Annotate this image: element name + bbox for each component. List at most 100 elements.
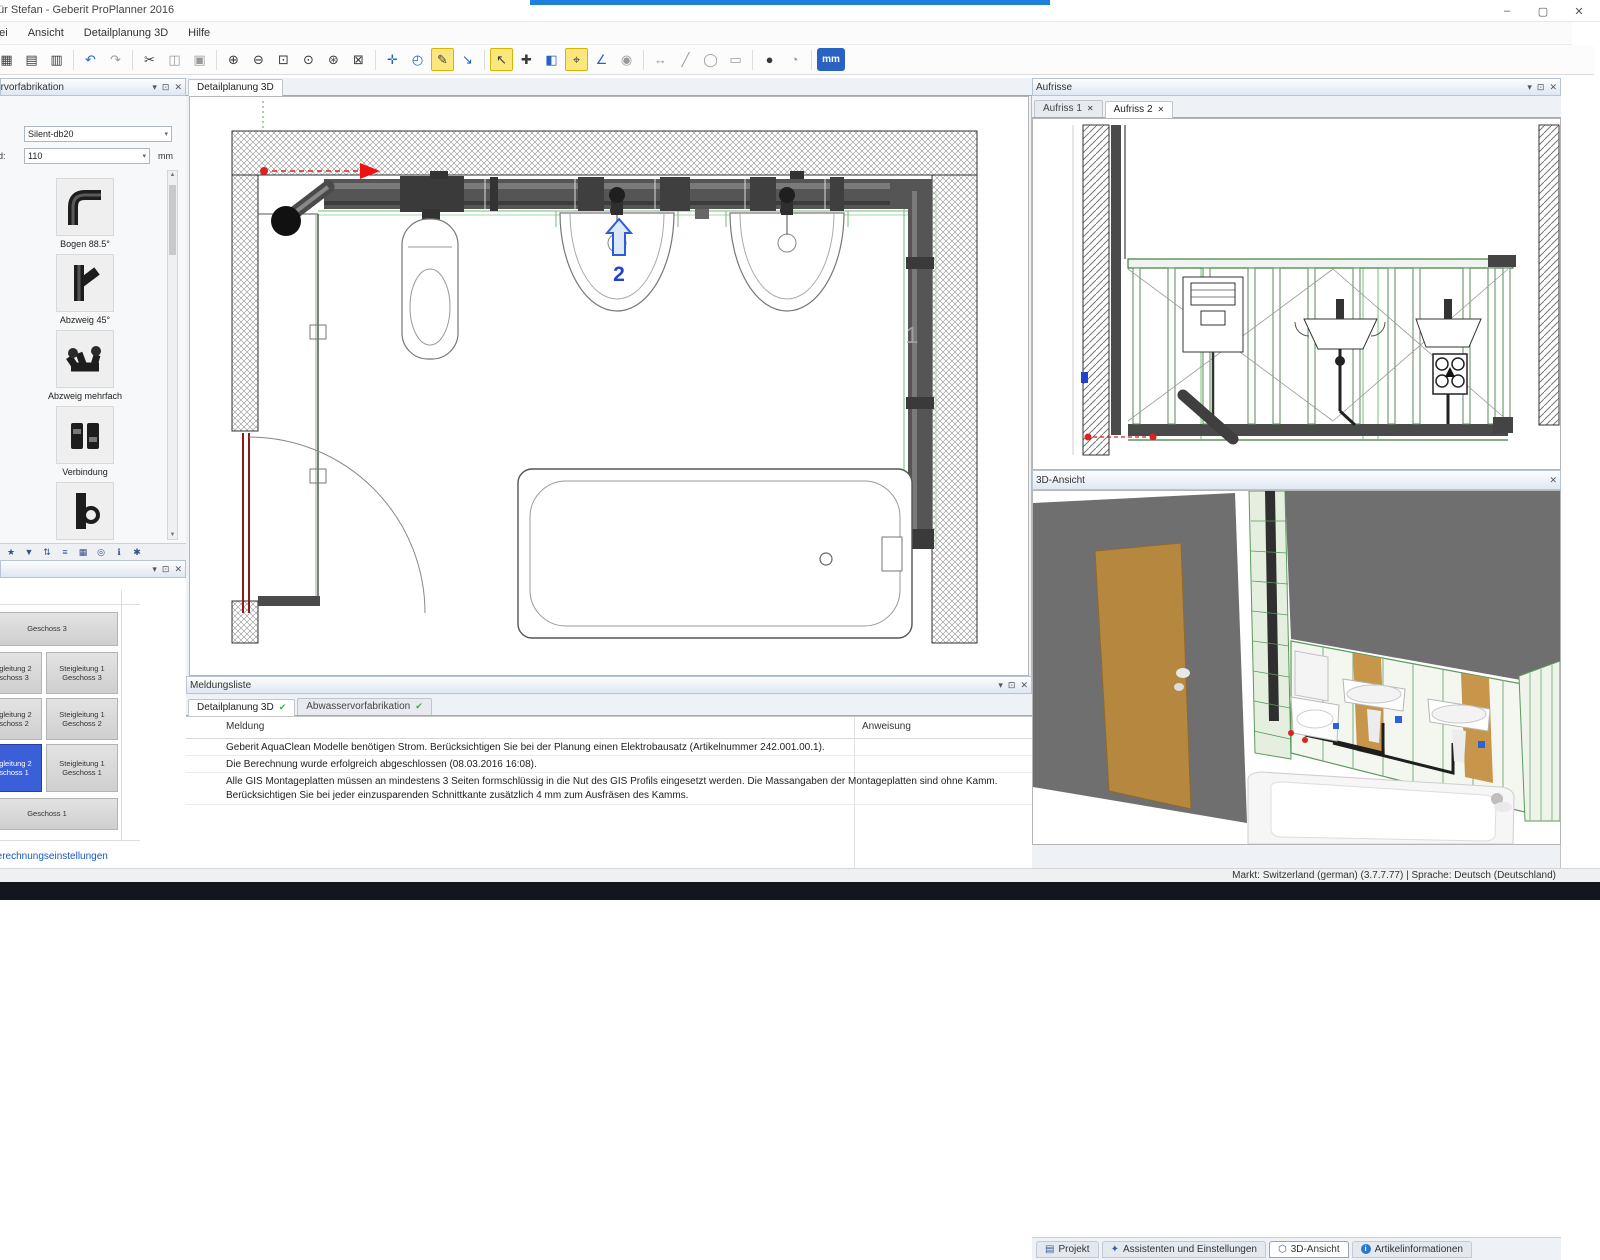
filter-button[interactable]: ▼: [22, 545, 36, 559]
pin-icon[interactable]: ⊡: [1008, 680, 1016, 691]
redo-button[interactable]: ↷: [104, 48, 127, 71]
system-select[interactable]: Silent-db20 ▾: [24, 126, 172, 142]
scrollbar-thumb[interactable]: [169, 185, 176, 255]
minimize-button[interactable]: –: [1500, 5, 1514, 17]
waste-stack[interactable]: [258, 187, 328, 606]
scroll-up-icon[interactable]: ▲: [168, 172, 177, 178]
zoom-out-button[interactable]: ⊖: [247, 48, 270, 71]
catalog-item-bogen[interactable]: Bogen 88.5°: [30, 178, 140, 249]
close-tab-icon[interactable]: ✕: [1087, 104, 1094, 113]
floor-cell-bottom[interactable]: Geschoss 1: [0, 798, 118, 830]
collapse-icon[interactable]: ▾: [1527, 82, 1532, 93]
refresh-button[interactable]: ◔: [783, 48, 806, 71]
close-icon[interactable]: ✕: [174, 564, 182, 575]
lock-button[interactable]: ◉: [615, 48, 638, 71]
floor-cell-top[interactable]: Geschoss 3: [0, 612, 118, 646]
menu-item-hilfe[interactable]: Hilfe: [178, 23, 220, 43]
zoom-selection-button[interactable]: ⌖: [565, 48, 588, 71]
sketch-button[interactable]: ✎: [431, 48, 454, 71]
riser-cell[interactable]: Steigleitung 1Geschoss 1: [46, 744, 118, 792]
elev-wc-cistern[interactable]: [1183, 277, 1243, 439]
menu-item-ansicht[interactable]: Ansicht: [18, 23, 74, 43]
line-button[interactable]: ╱: [674, 48, 697, 71]
save-button[interactable]: ▦: [0, 48, 18, 71]
tab-detailplanung-3d[interactable]: Detailplanung 3D: [188, 79, 283, 96]
render-button[interactable]: ●: [758, 48, 781, 71]
tile-view-button[interactable]: ▦: [76, 545, 90, 559]
scroll-down-icon[interactable]: ▼: [168, 532, 177, 538]
elev-basin-right[interactable]: [1416, 299, 1481, 424]
catalog-item-verbindung[interactable]: Verbindung: [30, 406, 140, 477]
close-icon[interactable]: ✕: [174, 82, 182, 93]
column-header-meldung[interactable]: Meldung: [226, 721, 264, 732]
riser-cell[interactable]: Steigleitung 1Geschoss 3: [46, 652, 118, 694]
info-button[interactable]: ℹ: [112, 545, 126, 559]
report-button[interactable]: ▥: [45, 48, 68, 71]
settings-button[interactable]: ✱: [130, 545, 144, 559]
tab-3d-ansicht[interactable]: ⬡ 3D-Ansicht: [1269, 1241, 1349, 1258]
pin-icon[interactable]: ⊡: [162, 82, 170, 93]
search-button[interactable]: ◎: [94, 545, 108, 559]
close-tab-icon[interactable]: ✕: [1158, 105, 1165, 114]
zoom-window-button[interactable]: ⊡: [272, 48, 295, 71]
ellipse-button[interactable]: ◯: [699, 48, 722, 71]
pipe-tool-button[interactable]: ↘: [456, 48, 479, 71]
bathtub-fixture[interactable]: [518, 469, 912, 638]
collapse-icon[interactable]: ▾: [152, 82, 157, 93]
maximize-button[interactable]: ▢: [1536, 5, 1550, 18]
tab-messages-detailplanung[interactable]: Detailplanung 3D ✔: [188, 699, 295, 716]
sort-button[interactable]: ⇅: [40, 545, 54, 559]
column-header-anweisung[interactable]: Anweisung: [862, 721, 911, 732]
list-view-button[interactable]: ≡: [58, 545, 72, 559]
calculation-settings-link[interactable]: Berechnungseinstellungen: [0, 851, 108, 862]
cut-button[interactable]: ✂: [138, 48, 161, 71]
pan-button[interactable]: ✛: [381, 48, 404, 71]
rectangle-button[interactable]: ▭: [724, 48, 747, 71]
riser-cell-selected[interactable]: Steigleitung 2Geschoss 1: [0, 744, 42, 792]
pin-icon[interactable]: ⊡: [162, 564, 170, 575]
riser-cell[interactable]: Steigleitung 2Geschoss 2: [0, 698, 42, 740]
tab-artikelinformationen[interactable]: i Artikelinformationen: [1352, 1241, 1472, 1258]
screen-view-button[interactable]: ◧: [540, 48, 563, 71]
messages-table[interactable]: Meldung Anweisung Geberit AquaClean Mode…: [186, 716, 1032, 868]
catalog-scrollbar[interactable]: ▲ ▼: [167, 170, 178, 540]
copy-button[interactable]: ◫: [163, 48, 186, 71]
zoom-all-button[interactable]: ⊛: [322, 48, 345, 71]
collapse-icon[interactable]: ▾: [152, 564, 157, 575]
select-button[interactable]: ↖: [490, 48, 513, 71]
orbit-button[interactable]: ◴: [406, 48, 429, 71]
tab-projekt[interactable]: ▤ Projekt: [1036, 1241, 1099, 1258]
paste-button[interactable]: ▣: [188, 48, 211, 71]
collapse-icon[interactable]: ▾: [998, 680, 1003, 691]
dimension-button[interactable]: ↔: [649, 48, 672, 71]
message-row[interactable]: Die Berechnung wurde erfolgreich abgesch…: [186, 756, 1032, 773]
riser-cell[interactable]: Steigleitung 1Geschoss 2: [46, 698, 118, 740]
zoom-in-button[interactable]: ⊕: [222, 48, 245, 71]
favorites-button[interactable]: ★: [4, 545, 18, 559]
tab-aufriss-2[interactable]: Aufriss 2 ✕: [1105, 101, 1174, 118]
diameter-select[interactable]: 110 ▾: [24, 148, 150, 164]
toilet-fixture[interactable]: [402, 219, 458, 359]
tab-assistenten[interactable]: ✦ Assistenten und Einstellungen: [1102, 1241, 1266, 1258]
riser-cell[interactable]: Steigleitung 2Geschoss 3: [0, 652, 42, 694]
menu-item-detailplanung-3d[interactable]: Detailplanung 3D: [74, 23, 178, 43]
floor-plan-canvas[interactable]: 2 1: [189, 96, 1029, 676]
catalog-item-abzweig[interactable]: Abzweig 45°: [30, 254, 140, 325]
zoom-previous-button[interactable]: ⊙: [297, 48, 320, 71]
catalog-item-abzweig-mehrfach[interactable]: Abzweig mehrfach: [30, 330, 140, 401]
close-icon[interactable]: ✕: [1549, 82, 1557, 93]
measure-button[interactable]: ∠: [590, 48, 613, 71]
message-row[interactable]: Geberit AquaClean Modelle benötigen Stro…: [186, 739, 1032, 756]
close-button[interactable]: ✕: [1572, 5, 1586, 18]
view3d-canvas[interactable]: [1032, 490, 1561, 845]
close-icon[interactable]: ✕: [1549, 475, 1557, 486]
elevation-canvas[interactable]: [1032, 118, 1561, 470]
pin-icon[interactable]: ⊡: [1537, 82, 1545, 93]
close-icon[interactable]: ✕: [1020, 680, 1028, 691]
elev-riser-pipe[interactable]: [1111, 125, 1121, 435]
menu-item-datei[interactable]: Datei: [0, 23, 18, 43]
mm-toggle-button[interactable]: mm: [817, 48, 845, 71]
undo-button[interactable]: ↶: [79, 48, 102, 71]
move-button[interactable]: ✚: [515, 48, 538, 71]
message-row[interactable]: Alle GIS Montageplatten müssen an mindes…: [186, 773, 1032, 805]
